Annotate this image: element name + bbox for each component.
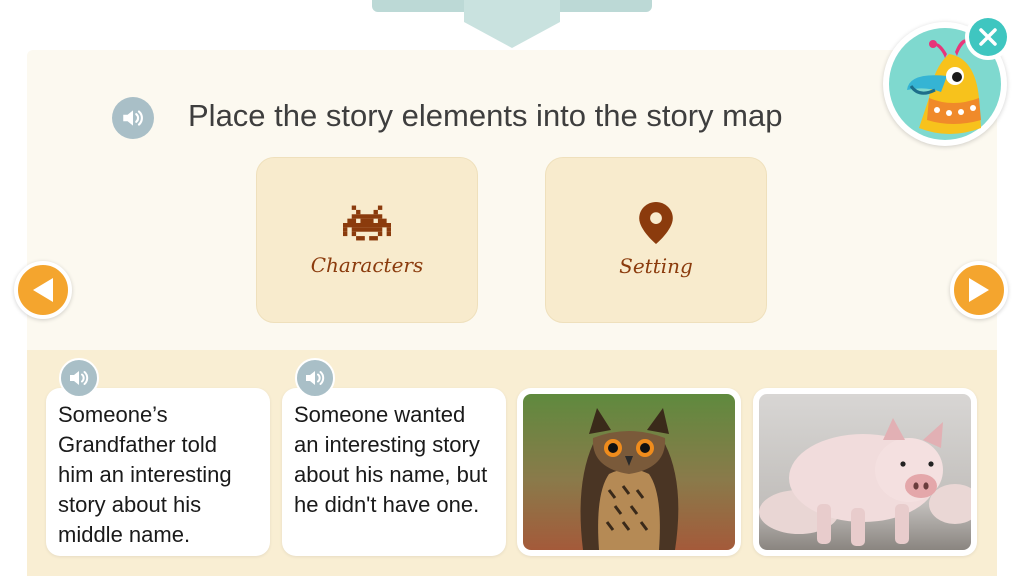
previous-button[interactable] <box>14 261 72 319</box>
close-icon <box>979 28 997 46</box>
card-speaker-button[interactable] <box>295 358 335 398</box>
category-setting[interactable]: Setting <box>545 157 767 323</box>
story-map-panel <box>27 50 997 350</box>
pig-photo <box>759 394 971 550</box>
triangle-left-icon <box>33 278 53 302</box>
story-card-grandfather[interactable]: Someone’s Grandfather told him an intere… <box>46 388 270 556</box>
category-characters[interactable]: Characters <box>256 157 478 323</box>
speaker-icon <box>123 110 143 126</box>
story-card-text: Someone wanted an interesting story abou… <box>294 402 488 517</box>
next-button[interactable] <box>950 261 1008 319</box>
story-card-pig[interactable] <box>753 388 977 556</box>
speaker-icon <box>70 371 89 385</box>
speaker-icon <box>306 371 325 385</box>
triangle-right-icon <box>969 278 989 302</box>
close-button[interactable] <box>965 14 1011 60</box>
category-label: Characters <box>310 253 424 277</box>
close-button-fill <box>969 18 1007 56</box>
story-card-text: Someone’s Grandfather told him an intere… <box>58 402 232 547</box>
instruction-title: Place the story elements into the story … <box>188 98 783 133</box>
top-tab-chevron <box>464 0 560 48</box>
card-speaker-button[interactable] <box>59 358 99 398</box>
map-pin-icon <box>639 202 673 244</box>
category-label: Setting <box>619 254 693 278</box>
story-card-owl[interactable] <box>517 388 741 556</box>
space-invader-icon <box>343 205 391 241</box>
story-card-no-story[interactable]: Someone wanted an interesting story abou… <box>282 388 506 556</box>
title-speaker-button[interactable] <box>112 97 154 139</box>
owl-photo <box>523 394 735 550</box>
